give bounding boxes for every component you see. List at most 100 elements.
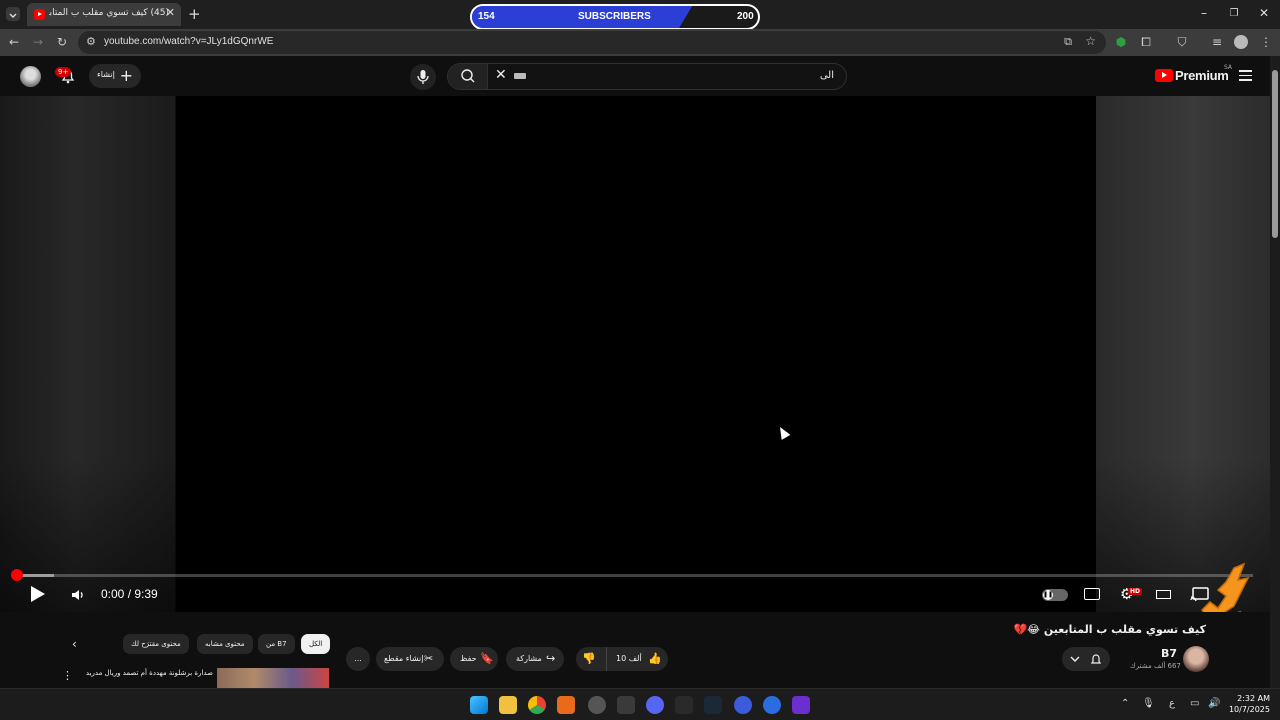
scrollbar-thumb[interactable] xyxy=(1272,70,1278,238)
site-info-icon[interactable]: ⚙ xyxy=(86,35,96,48)
extension-green-icon[interactable]: ⬢ xyxy=(1113,35,1129,49)
app-c-icon[interactable] xyxy=(763,696,781,714)
create-label: إنشاء xyxy=(97,70,115,79)
forward-icon[interactable]: → xyxy=(30,35,46,49)
guide-menu-icon[interactable] xyxy=(1239,70,1252,84)
windows-start-icon[interactable] xyxy=(470,696,488,714)
youtube-favicon-icon xyxy=(34,9,45,20)
country-code: SA xyxy=(1224,64,1233,71)
search-box[interactable]: ✕ الى xyxy=(447,63,847,90)
taskbar-clock[interactable]: 2:32 AM 10/7/2025 xyxy=(1226,693,1270,715)
search-input[interactable]: الى xyxy=(820,70,834,81)
tab-title: (45) كيف تسوي مقلب ب المتابعين xyxy=(49,8,169,18)
tray-volume-icon[interactable]: 🔊 xyxy=(1208,698,1220,709)
page-scrollbar[interactable] xyxy=(1270,56,1280,688)
tab-list-button[interactable] xyxy=(6,7,20,21)
bookmark-icon: 🔖 xyxy=(480,652,494,665)
app-next-icon[interactable] xyxy=(792,696,810,714)
windows-taskbar: ⌃ 🎙 ع ▭ 🔊 2:32 AM 10/7/2025 xyxy=(0,688,1280,720)
input-language[interactable]: ع xyxy=(1169,698,1175,709)
app-g-icon[interactable] xyxy=(675,696,693,714)
channel-avatar[interactable] xyxy=(1183,646,1209,672)
restore-button[interactable]: ❐ xyxy=(1226,8,1242,19)
save-label: حفظ xyxy=(460,654,477,663)
play-icon[interactable] xyxy=(31,586,45,602)
notification-badge: 9+ xyxy=(55,67,72,77)
reload-icon[interactable]: ↻ xyxy=(54,35,70,49)
tray-network-icon[interactable]: ▭ xyxy=(1190,698,1199,709)
chip-all[interactable]: الكل xyxy=(301,634,331,654)
close-window-button[interactable]: ✕ xyxy=(1256,6,1272,20)
captions-icon[interactable] xyxy=(1084,588,1100,600)
theater-mode-icon[interactable] xyxy=(1156,590,1171,599)
clear-search-icon[interactable]: ✕ xyxy=(495,67,507,83)
youtube-logo-icon xyxy=(1155,69,1173,82)
profile-avatar[interactable] xyxy=(1234,35,1248,49)
browser-menu-icon[interactable]: ⋮ xyxy=(1258,35,1274,49)
share-icon: ↪ xyxy=(546,652,556,665)
chip-related[interactable]: محتوى مشابه xyxy=(197,634,253,654)
more-actions-button[interactable]: ... xyxy=(346,647,370,671)
like-icon[interactable]: 👍 xyxy=(648,647,662,671)
volume-icon[interactable] xyxy=(70,587,86,607)
back-icon[interactable]: ← xyxy=(6,35,22,49)
app-orange-icon[interactable] xyxy=(557,696,575,714)
time-display: 0:00 / 9:39 xyxy=(101,587,158,601)
channel-subscriber-count: 667 ألف مشترك xyxy=(1130,662,1181,670)
tray-mic-icon[interactable]: 🎙 xyxy=(1142,698,1155,709)
share-label: مشاركة xyxy=(516,654,542,663)
obs-icon[interactable] xyxy=(588,696,606,714)
browser-toolbar: ← → ↻ ⚙ youtube.com/watch?v=JLy1dGQnrWE … xyxy=(0,29,1280,56)
search-button[interactable] xyxy=(448,64,488,89)
address-bar[interactable]: ⚙ youtube.com/watch?v=JLy1dGQnrWE ⧉ ☆ xyxy=(78,31,1106,54)
extensions-puzzle-icon[interactable]: ⧠ xyxy=(1138,35,1154,50)
autoplay-toggle[interactable]: ❚❚ xyxy=(1042,589,1068,601)
minimize-button[interactable]: – xyxy=(1196,6,1212,20)
chip-from-channel[interactable]: من B7 xyxy=(258,634,295,654)
like-count[interactable]: 10 ألف xyxy=(616,647,642,671)
microphone-icon xyxy=(417,70,429,84)
recommended-video-title[interactable]: صدارة برشلونة مهددة أم تصمد وريال مدريد xyxy=(80,668,213,688)
browser-tab-strip: (45) كيف تسوي مقلب ب المتابعين ✕ + 154 S… xyxy=(0,0,1280,30)
chevron-down-icon xyxy=(1070,656,1080,662)
recommended-video-thumbnail[interactable] xyxy=(217,668,329,688)
discord-icon[interactable] xyxy=(646,696,664,714)
voice-search-button[interactable] xyxy=(410,64,436,90)
dislike-icon[interactable]: 👎 xyxy=(582,647,596,671)
account-avatar[interactable] xyxy=(20,66,41,87)
subscriber-goal: 200 xyxy=(737,11,754,22)
bookmark-star-icon[interactable]: ☆ xyxy=(1085,34,1096,48)
progress-bar[interactable] xyxy=(17,574,1253,577)
incognito-icon[interactable]: ⛉ xyxy=(1174,35,1190,50)
file-explorer-icon[interactable] xyxy=(499,696,517,714)
clock-date: 10/7/2025 xyxy=(1228,705,1270,714)
more-icon: ... xyxy=(354,654,362,663)
steam-icon[interactable] xyxy=(704,696,722,714)
new-tab-button[interactable]: + xyxy=(188,5,201,23)
like-divider xyxy=(606,647,607,671)
clock-time: 2:32 AM xyxy=(1237,694,1270,703)
chevron-down-icon xyxy=(9,13,17,18)
save-button[interactable]: حفظ 🔖 xyxy=(450,647,498,671)
chip-recommended[interactable]: محتوى مقترَح لك xyxy=(123,634,189,654)
tray-overflow-icon[interactable]: ⌃ xyxy=(1121,698,1129,709)
app-window-icon[interactable] xyxy=(617,696,635,714)
chips-prev-arrow-icon[interactable]: ‹ xyxy=(72,637,77,651)
chrome-icon[interactable] xyxy=(528,696,546,714)
share-button[interactable]: مشاركة ↪ xyxy=(506,647,564,671)
app-isp-icon[interactable] xyxy=(734,696,752,714)
channel-name[interactable]: B7 xyxy=(1161,647,1177,660)
progress-scrubber[interactable] xyxy=(11,569,23,581)
install-app-icon[interactable]: ⧉ xyxy=(1064,35,1072,49)
keyboard-icon[interactable] xyxy=(514,73,526,79)
video-player[interactable] xyxy=(176,96,1095,574)
clip-label: إنشاء مقطع xyxy=(384,654,424,663)
clip-button[interactable]: إنشاء مقطع ✂ xyxy=(376,647,444,671)
recommended-video-menu-icon[interactable]: ⋮ xyxy=(62,669,73,682)
subscribed-button[interactable] xyxy=(1062,647,1110,671)
url-text: youtube.com/watch?v=JLy1dGQnrWE xyxy=(104,36,274,47)
media-control-icon[interactable]: ≡ xyxy=(1209,35,1225,49)
browser-tab-active[interactable]: (45) كيف تسوي مقلب ب المتابعين ✕ xyxy=(27,3,181,26)
close-tab-icon[interactable]: ✕ xyxy=(166,6,175,19)
create-button[interactable]: إنشاء + xyxy=(89,64,141,88)
